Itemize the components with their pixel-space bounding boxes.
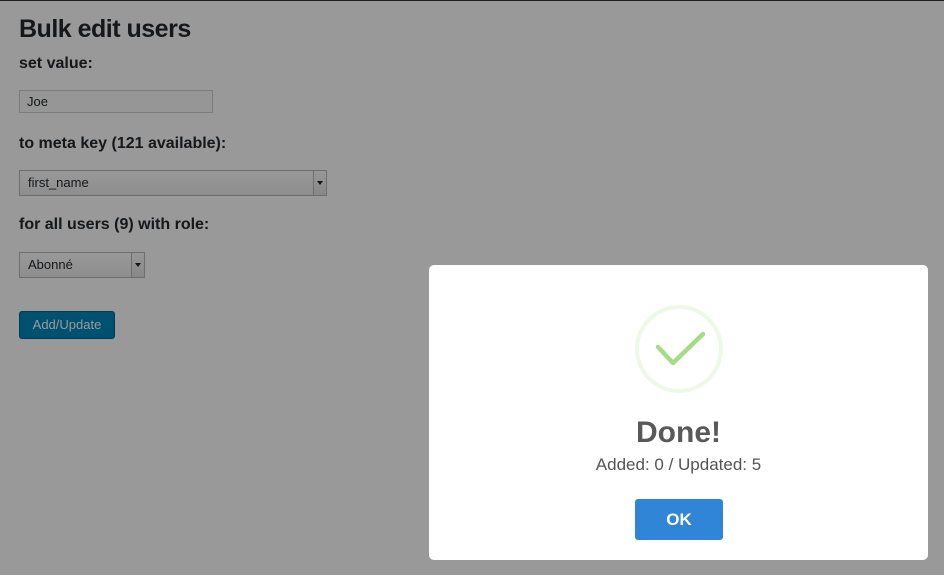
success-dialog: Done! Added: 0 / Updated: 5 OK [429,265,928,560]
dialog-message: Added: 0 / Updated: 5 [595,455,762,474]
success-checkmark-icon [635,305,723,393]
dialog-title: Done! [636,416,721,449]
ok-button[interactable]: OK [635,499,723,540]
